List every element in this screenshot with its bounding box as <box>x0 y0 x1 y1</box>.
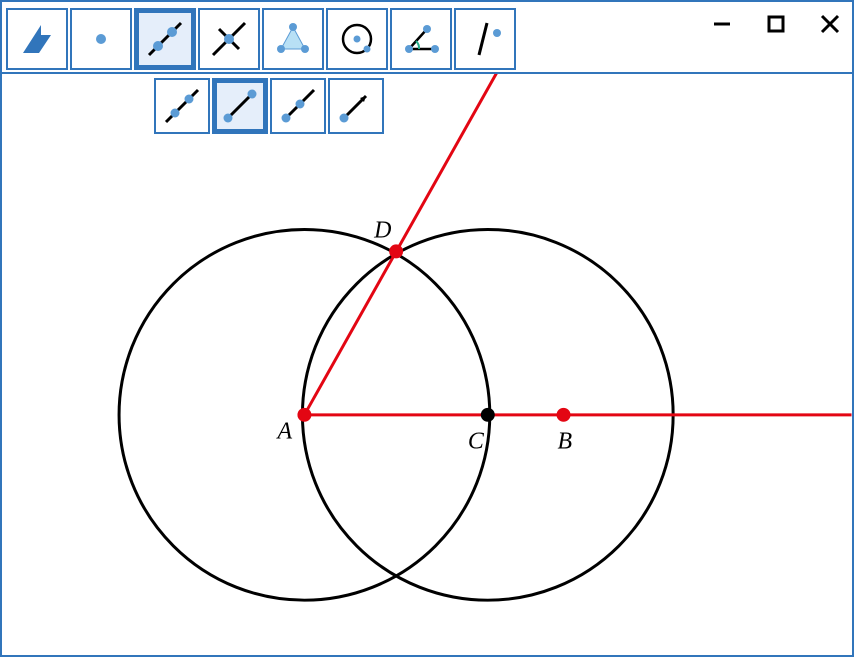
point-tool[interactable] <box>70 8 132 70</box>
minimize-button[interactable] <box>710 12 734 36</box>
label-c: C <box>468 429 485 455</box>
window-controls <box>710 12 842 36</box>
canvas-svg: A B C D <box>2 74 852 655</box>
point-icon <box>81 19 121 59</box>
point-c[interactable] <box>481 408 495 422</box>
move-tool[interactable] <box>6 8 68 70</box>
arrow-icon <box>17 19 57 59</box>
angle-tool[interactable] <box>390 8 452 70</box>
perpendicular-tool[interactable] <box>198 8 260 70</box>
app-window: A B C D <box>0 0 854 657</box>
maximize-icon <box>766 14 786 34</box>
perpendicular-icon <box>209 19 249 59</box>
reflect-tool[interactable] <box>454 8 516 70</box>
close-button[interactable] <box>818 12 842 36</box>
polygon-tool[interactable] <box>262 8 324 70</box>
line-tool[interactable] <box>134 8 196 70</box>
polygon-icon <box>273 19 313 59</box>
geometry-canvas[interactable]: A B C D <box>2 74 852 655</box>
point-b[interactable] <box>557 408 571 422</box>
maximize-button[interactable] <box>764 12 788 36</box>
label-a: A <box>276 419 293 445</box>
ray-ad <box>304 74 511 415</box>
angle-icon <box>401 19 441 59</box>
label-d: D <box>373 217 391 243</box>
line-icon <box>145 19 185 59</box>
label-b: B <box>558 429 573 455</box>
reflect-icon <box>465 19 505 59</box>
point-a[interactable] <box>297 408 311 422</box>
circle-tool[interactable] <box>326 8 388 70</box>
circle-icon <box>337 19 377 59</box>
close-icon <box>819 13 841 35</box>
point-d[interactable] <box>389 244 403 258</box>
minimize-icon <box>712 14 732 34</box>
